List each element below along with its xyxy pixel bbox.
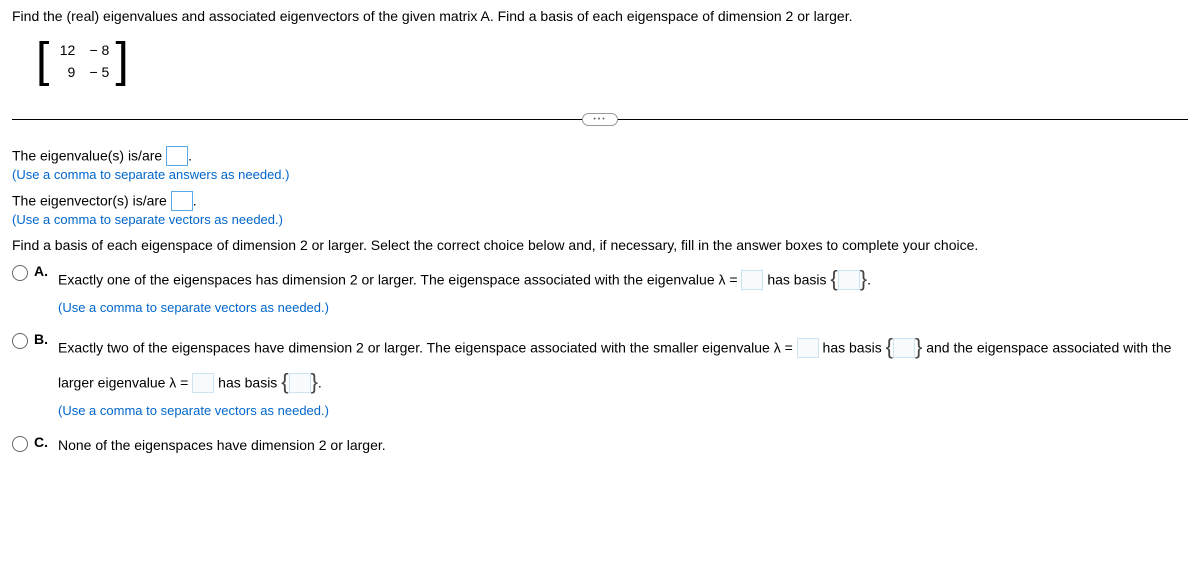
choice-a-label: A. <box>34 263 52 279</box>
choice-a-row: A. Exactly one of the eigenspaces has di… <box>12 263 1188 319</box>
choice-b-text: Exactly two of the eigenspaces have dime… <box>58 331 1188 422</box>
bracket-right: ] <box>115 41 128 81</box>
eigenvalue-block: The eigenvalue(s) is/are . (Use a comma … <box>12 147 1188 182</box>
choice-b-lambda1-input[interactable] <box>797 338 819 358</box>
choice-a-hint: (Use a comma to separate vectors as need… <box>58 298 1188 319</box>
brace-left-icon: { <box>886 334 893 359</box>
brace-right-icon: } <box>311 369 318 394</box>
radio-a[interactable] <box>12 265 28 281</box>
bracket-left: [ <box>36 41 49 81</box>
choice-b-row: B. Exactly two of the eigenspaces have d… <box>12 331 1188 422</box>
matrix-a11: 12 <box>55 42 75 58</box>
choice-a-basis-input[interactable] <box>838 270 860 290</box>
choice-b-basis1-input[interactable] <box>893 338 915 358</box>
eigenvector-hint: (Use a comma to separate vectors as need… <box>12 212 1188 227</box>
eigenvalue-hint: (Use a comma to separate answers as need… <box>12 167 1188 182</box>
choice-c-label: C. <box>34 434 52 450</box>
choice-b-text-4: has basis <box>214 374 281 390</box>
eigenvalue-input[interactable] <box>166 146 188 166</box>
choice-b-hint: (Use a comma to separate vectors as need… <box>58 401 1188 422</box>
choice-b-text-5: . <box>318 374 322 390</box>
choice-a-lambda-input[interactable] <box>741 270 763 290</box>
choice-a-text: Exactly one of the eigenspaces has dimen… <box>58 263 1188 319</box>
choice-c-text: None of the eigenspaces have dimension 2… <box>58 434 1188 456</box>
brace-right-icon: } <box>915 334 922 359</box>
radio-b[interactable] <box>12 333 28 349</box>
section-separator: ••• <box>12 112 1188 127</box>
brace-right-icon: } <box>860 266 867 291</box>
choice-c-row: C. None of the eigenspaces have dimensio… <box>12 434 1188 456</box>
ellipsis-icon[interactable]: ••• <box>582 113 617 126</box>
matrix-a: [ 12 − 8 9 − 5 ] <box>36 40 129 82</box>
choice-b-basis2-input[interactable] <box>289 373 311 393</box>
basis-prompt: Find a basis of each eigenspace of dimen… <box>12 237 1188 253</box>
eigenvector-block: The eigenvector(s) is/are . (Use a comma… <box>12 192 1188 227</box>
choice-a-text-1: Exactly one of the eigenspaces has dimen… <box>58 271 741 287</box>
choice-b-label: B. <box>34 331 52 347</box>
eigenvalue-prompt-suffix: . <box>188 148 192 164</box>
brace-left-icon: { <box>281 369 288 394</box>
matrix-a22: − 5 <box>89 64 109 80</box>
eigenvector-input[interactable] <box>171 191 193 211</box>
brace-left-icon: { <box>830 266 837 291</box>
matrix-content: 12 − 8 9 − 5 <box>49 40 115 82</box>
matrix-a12: − 8 <box>89 42 109 58</box>
eigenvector-prompt-prefix: The eigenvector(s) is/are <box>12 193 171 209</box>
matrix-a21: 9 <box>55 64 75 80</box>
problem-statement: Find the (real) eigenvalues and associat… <box>12 8 1188 24</box>
choice-b-text-2: has basis <box>819 339 886 355</box>
radio-c[interactable] <box>12 436 28 452</box>
choice-a-text-3: . <box>867 271 871 287</box>
choice-a-text-2: has basis <box>763 271 830 287</box>
choice-b-lambda2-input[interactable] <box>192 373 214 393</box>
eigenvalue-prompt-prefix: The eigenvalue(s) is/are <box>12 148 166 164</box>
eigenvector-prompt-suffix: . <box>193 193 197 209</box>
choice-b-text-1: Exactly two of the eigenspaces have dime… <box>58 339 797 355</box>
